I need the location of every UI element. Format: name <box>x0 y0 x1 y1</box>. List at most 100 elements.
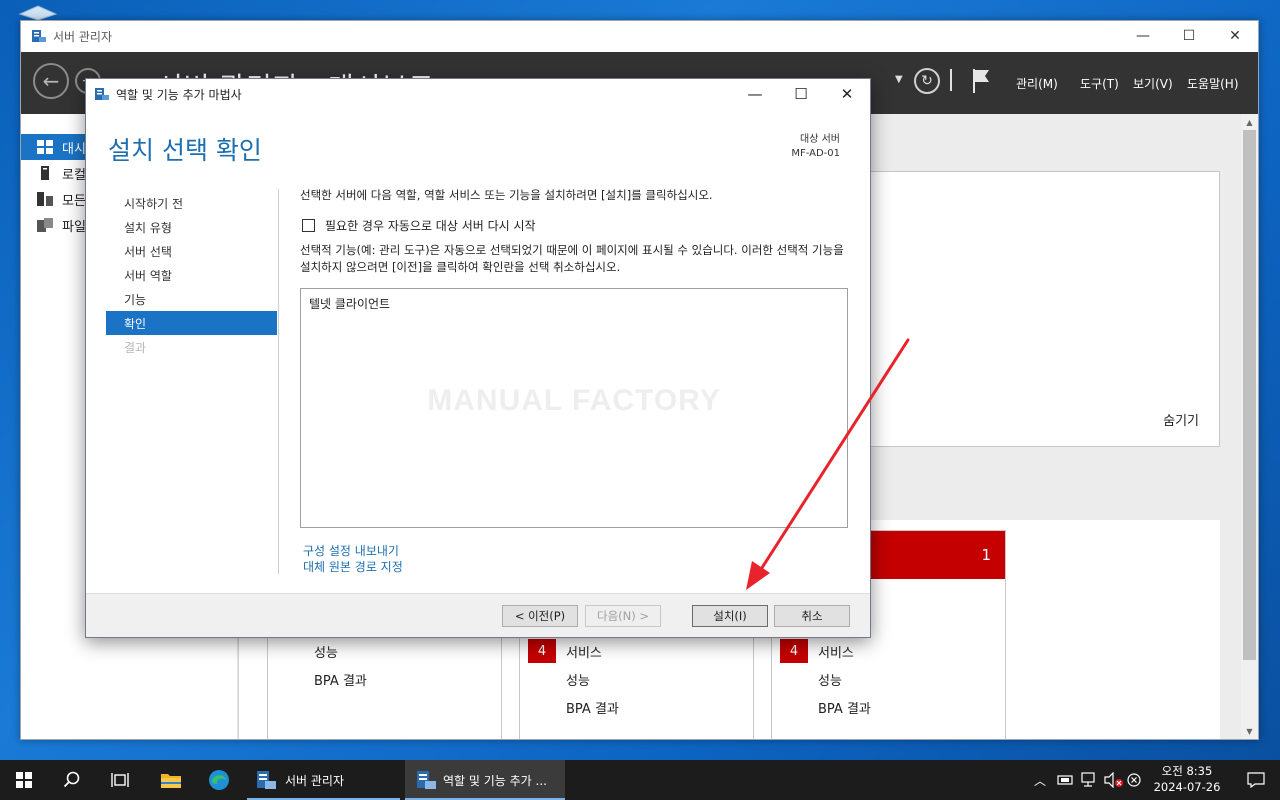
refresh-icon[interactable]: ↻ <box>914 68 940 94</box>
destination-label: 대상 서버 <box>800 134 840 145</box>
clock-date: 2024-07-26 <box>1153 780 1221 794</box>
back-button[interactable]: ← <box>33 63 69 99</box>
search-button[interactable] <box>48 760 96 800</box>
notifications-flag-icon[interactable] <box>971 67 991 95</box>
recycle-bin-icon[interactable] <box>18 4 58 20</box>
tile-row-bpa[interactable]: BPA 결과 <box>520 693 753 721</box>
scroll-down-icon[interactable]: ▼ <box>1241 723 1258 739</box>
server-manager-title: 서버 관리자 <box>53 29 113 44</box>
wizard-steps-nav: 시작하기 전 설치 유형 서버 선택 서버 역할 기능 확인 결과 <box>106 191 277 359</box>
menu-view[interactable]: 보기(V) <box>1133 52 1173 114</box>
wizard-nav-divider <box>278 189 279 574</box>
network-icon <box>1081 772 1095 787</box>
alternate-source-link[interactable]: 대체 원본 경로 지정 <box>303 559 403 575</box>
tile-row-performance[interactable]: 성능 <box>268 637 501 665</box>
action-center-button[interactable] <box>1232 760 1280 800</box>
tile-row-services[interactable]: 4 서비스 <box>520 637 753 665</box>
alert-count-badge: 4 <box>780 639 808 663</box>
restart-checkbox-row[interactable]: 필요한 경우 자동으로 대상 서버 다시 시작 <box>300 217 860 234</box>
file-storage-icon <box>37 218 53 232</box>
wizard-step-before-begin[interactable]: 시작하기 전 <box>106 191 277 215</box>
tile-count: 1 <box>981 546 991 564</box>
list-item[interactable]: 텔넷 클라이언트 <box>309 295 390 312</box>
wizard-maximize-button[interactable]: ☐ <box>778 79 824 109</box>
chevron-up-icon: ︿ <box>1034 773 1047 788</box>
vertical-scrollbar[interactable]: ▲ ▼ <box>1241 114 1258 739</box>
tile-row-bpa[interactable]: BPA 결과 <box>268 665 501 693</box>
export-config-link[interactable]: 구성 설정 내보내기 <box>303 543 403 559</box>
wizard-step-results: 결과 <box>124 340 147 355</box>
clock-time: 오전 8:35 <box>1161 764 1213 778</box>
restart-checkbox-label[interactable]: 필요한 경우 자동으로 대상 서버 다시 시작 <box>325 217 536 234</box>
taskbar-app-server-manager[interactable]: 서버 관리자 <box>247 760 400 800</box>
device-icon <box>1057 775 1073 785</box>
chevron-down-icon[interactable]: ▼ <box>895 74 903 85</box>
wizard-step-confirm[interactable]: 확인 <box>106 311 277 335</box>
taskbar-clock[interactable]: 오전 8:35 2024-07-26 <box>1148 763 1226 795</box>
notification-status-tray[interactable] <box>1127 760 1145 800</box>
menu-help[interactable]: 도움말(H) <box>1187 52 1239 114</box>
menu-tools[interactable]: 도구(T) <box>1080 52 1119 114</box>
speaker-muted-icon <box>1104 772 1123 788</box>
minimize-button[interactable]: — <box>1120 21 1166 51</box>
wizard-title: 역할 및 기능 추가 마법사 <box>116 87 242 102</box>
volume-tray[interactable] <box>1104 760 1124 800</box>
folder-icon <box>161 774 181 788</box>
optional-features-note: 선택적 기능(예: 관리 도구)은 자동으로 선택되었기 때문에 이 페이지에 … <box>300 243 844 274</box>
search-icon <box>63 771 80 788</box>
menu-manage[interactable]: 관리(M) <box>1016 52 1058 114</box>
edge-browser-button[interactable] <box>196 760 242 800</box>
header-divider <box>950 69 952 91</box>
alert-count-badge: 4 <box>528 639 556 663</box>
wizard-titlebar[interactable]: 역할 및 기능 추가 마법사 — ☐ ✕ <box>86 79 870 109</box>
wizard-heading: 설치 선택 확인 <box>108 136 262 165</box>
scrollbar-thumb[interactable] <box>1243 130 1256 660</box>
network-tray[interactable] <box>1080 760 1100 800</box>
all-servers-icon <box>37 192 53 206</box>
previous-button[interactable]: < 이전(P) <box>502 605 578 627</box>
close-button[interactable]: ✕ <box>1212 21 1258 51</box>
destination-server-name: MF-AD-01 <box>791 148 840 159</box>
watermark: MANUAL FACTORY <box>427 384 721 417</box>
wizard-step-server-select[interactable]: 서버 선택 <box>106 239 277 263</box>
taskbar-app-wizard[interactable]: 역할 및 기능 추가 ... <box>405 760 565 800</box>
tile-row-performance[interactable]: 성능 <box>772 665 1005 693</box>
dashboard-icon <box>37 140 53 154</box>
tile-row-performance[interactable]: 성능 <box>520 665 753 693</box>
restart-checkbox[interactable] <box>302 219 315 232</box>
taskbar: 서버 관리자 역할 및 기능 추가 ... ︿ 오전 8:35 2024-07-… <box>0 760 1280 800</box>
wizard-icon <box>95 88 109 100</box>
wizard-close-button[interactable]: ✕ <box>824 79 870 109</box>
tile-row-label: 서비스 <box>566 645 602 661</box>
tile-row-services[interactable]: 4 서비스 <box>772 637 1005 665</box>
server-manager-titlebar[interactable]: 서버 관리자 — ☐ ✕ <box>21 21 1258 51</box>
server-manager-icon <box>32 30 46 42</box>
local-server-icon <box>37 166 53 180</box>
next-button: 다음(N) > <box>585 605 661 627</box>
edge-icon <box>209 770 229 790</box>
start-button[interactable] <box>0 760 48 800</box>
scroll-up-icon[interactable]: ▲ <box>1241 114 1258 130</box>
error-circle-icon <box>1127 773 1141 787</box>
cancel-button[interactable]: 취소 <box>774 605 850 627</box>
tile-row-label: 서비스 <box>818 645 854 661</box>
install-button[interactable]: 설치(I) <box>692 605 768 627</box>
wizard-minimize-button[interactable]: — <box>732 79 778 109</box>
hide-link[interactable]: 숨기기 <box>1163 410 1199 429</box>
wizard-step-install-type[interactable]: 설치 유형 <box>106 215 277 239</box>
task-view-button[interactable] <box>96 760 144 800</box>
taskbar-app-label: 서버 관리자 <box>285 773 345 788</box>
selected-features-list[interactable]: 텔넷 클라이언트 MANUAL FACTORY <box>300 288 848 528</box>
tile-row-bpa[interactable]: BPA 결과 <box>772 693 1005 721</box>
file-explorer-button[interactable] <box>148 760 194 800</box>
show-hidden-icons-button[interactable]: ︿ <box>1034 760 1050 800</box>
destination-server: 대상 서버 MF-AD-01 <box>791 133 840 161</box>
maximize-button[interactable]: ☐ <box>1166 21 1212 51</box>
wizard-icon <box>417 771 436 789</box>
wizard-links: 구성 설정 내보내기 대체 원본 경로 지정 <box>303 543 403 575</box>
network-adapter-tray[interactable] <box>1057 760 1075 800</box>
taskbar-app-label: 역할 및 기능 추가 ... <box>443 773 547 788</box>
wizard-step-server-roles[interactable]: 서버 역할 <box>106 263 277 287</box>
wizard-main-content: 선택한 서버에 다음 역할, 역할 서비스 또는 기능을 설치하려면 [설치]를… <box>300 187 860 276</box>
wizard-step-features[interactable]: 기능 <box>106 287 277 311</box>
